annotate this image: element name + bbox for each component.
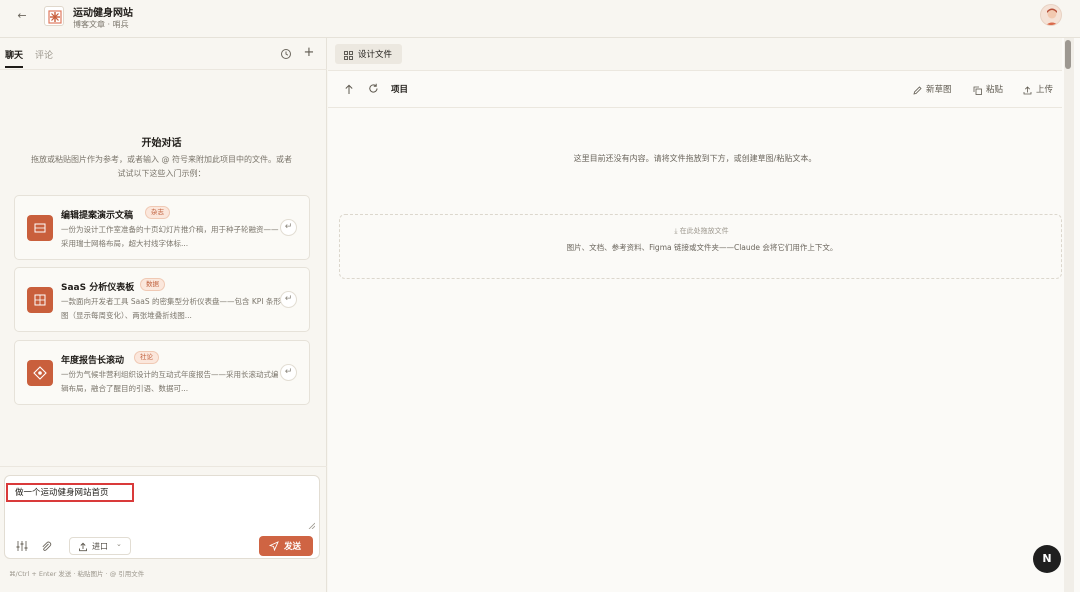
paperclip-icon[interactable] bbox=[40, 540, 52, 552]
upload-label: 上传 bbox=[1036, 85, 1054, 95]
paste-button[interactable]: 粘贴 bbox=[973, 83, 1009, 95]
starter-card-saas-dashboard[interactable]: SaaS 分析仪表板 数据 一款面向开发者工具 SaaS 的密集型分析仪表盘——… bbox=[14, 267, 310, 332]
file-dropzone[interactable]: ⤓ 在此处拖放文件 图片、文档、参考资料、Figma 链接或文件夹——Claud… bbox=[339, 214, 1062, 279]
project-subtitle: 博客文章 · 哨兵 bbox=[73, 20, 129, 29]
upload-button[interactable]: 上传 bbox=[1023, 83, 1059, 95]
send-label: 发送 bbox=[284, 542, 302, 552]
card-title: 编辑提案演示文稿 bbox=[61, 211, 134, 221]
tab-chat[interactable]: 聊天 bbox=[5, 48, 23, 61]
card-title: SaaS 分析仪表板 bbox=[61, 283, 135, 293]
project-logo-icon bbox=[44, 6, 64, 26]
upload-icon bbox=[1023, 84, 1032, 95]
chevron-down-icon: ⌄ bbox=[116, 540, 122, 548]
card-tag: 社论 bbox=[134, 351, 159, 364]
empty-state-message: 这里目前还没有内容。请将文件拖放到下方，或创建草图/粘贴文本。 bbox=[573, 154, 817, 163]
top-bar: ← 运动健身网站 博客文章 · 哨兵 bbox=[0, 0, 1080, 38]
card-tag: 数据 bbox=[140, 278, 165, 291]
tab-comments[interactable]: 评论 bbox=[35, 48, 53, 61]
card-description: 一份为气候非营利组织设计的互动式年度报告——采用长滚动式编辑布局，融合了醒目的引… bbox=[61, 370, 279, 393]
diamond-icon bbox=[27, 360, 53, 386]
start-conversation-title: 开始对话 bbox=[141, 138, 182, 149]
files-toolbar: 项目 新草图 粘贴 上传 bbox=[328, 72, 1062, 108]
starter-card-annual-report[interactable]: 年度报告长滚动 社论 一份为气候非营利组织设计的互动式年度报告——采用长滚动式编… bbox=[14, 340, 310, 405]
import-dropdown-button[interactable]: 进口 ⌄ bbox=[69, 537, 131, 555]
starter-card-pitch-deck[interactable]: 编辑提案演示文稿 杂志 一份为设计工作室准备的十页幻灯片推介稿，用于种子轮融资—… bbox=[14, 195, 310, 260]
grid-icon bbox=[344, 49, 353, 60]
keyboard-hint: ⌘/Ctrl + Enter 发送 · 粘贴图片 · @ 引用文件 bbox=[9, 570, 145, 578]
new-sketch-button[interactable]: 新草图 bbox=[913, 83, 958, 95]
enter-icon[interactable]: ↵ bbox=[280, 291, 297, 308]
card-title: 年度报告长滚动 bbox=[61, 356, 125, 366]
divider bbox=[0, 466, 327, 467]
assistant-fab-button[interactable]: N bbox=[1033, 545, 1061, 573]
copy-icon bbox=[973, 84, 982, 95]
dropzone-title: ⤓ 在此处拖放文件 bbox=[674, 227, 729, 235]
message-input[interactable]: 做一个运动健身网站首页 bbox=[15, 486, 109, 498]
project-title: 运动健身网站 bbox=[73, 8, 133, 19]
design-files-panel: 设计文件 项目 新草图 粘贴 上传 这里目前还没有内容。请将文件拖放到下方，或创… bbox=[328, 38, 1080, 592]
active-tab-indicator bbox=[5, 66, 23, 68]
message-composer: 做一个运动健身网站首页 进口 ⌄ 发送 bbox=[4, 475, 320, 559]
settings-sliders-icon[interactable] bbox=[16, 540, 28, 552]
card-description: 一款面向开发者工具 SaaS 的密集型分析仪表盘——包含 KPI 条形图（显示每… bbox=[61, 297, 281, 320]
card-tag: 杂志 bbox=[145, 206, 170, 219]
slides-icon bbox=[27, 215, 53, 241]
scrollbar-thumb[interactable] bbox=[1065, 40, 1071, 69]
history-icon[interactable] bbox=[280, 48, 292, 60]
scrollbar-track[interactable] bbox=[1064, 38, 1074, 592]
file-tab-label: 设计文件 bbox=[358, 50, 393, 60]
send-icon bbox=[268, 540, 279, 552]
breadcrumb-project[interactable]: 项目 bbox=[391, 83, 408, 95]
card-description: 一份为设计工作室准备的十页幻灯片推介稿，用于种子轮融资——采用瑞士网格布局，超大… bbox=[61, 225, 279, 248]
pencil-icon bbox=[913, 84, 922, 95]
back-button[interactable]: ← bbox=[12, 8, 32, 24]
dashboard-icon bbox=[27, 287, 53, 313]
resize-handle-icon[interactable] bbox=[308, 518, 316, 530]
start-conversation-description: 拖放或粘贴图片作为参考，或者输入 @ 符号来附加此项目中的文件。或者试试以下这些… bbox=[30, 155, 293, 178]
file-tab-bar: 设计文件 bbox=[328, 38, 1062, 71]
new-sketch-label: 新草图 bbox=[926, 85, 952, 95]
upload-icon bbox=[78, 541, 88, 552]
user-avatar[interactable] bbox=[1040, 4, 1062, 26]
tab-design-files[interactable]: 设计文件 bbox=[335, 44, 402, 64]
enter-icon[interactable]: ↵ bbox=[280, 364, 297, 381]
send-button[interactable]: 发送 bbox=[259, 536, 313, 556]
new-chat-plus-icon[interactable]: + bbox=[302, 46, 316, 60]
refresh-icon[interactable] bbox=[368, 83, 379, 94]
paste-label: 粘贴 bbox=[986, 85, 1004, 95]
enter-icon[interactable]: ↵ bbox=[280, 219, 297, 236]
import-label: 进口 bbox=[92, 542, 108, 551]
chat-panel: 聊天 评论 + 开始对话 拖放或粘贴图片作为参考，或者输入 @ 符号来附加此项目… bbox=[0, 38, 327, 592]
chat-tabs: 聊天 评论 + bbox=[0, 38, 327, 70]
arrow-up-icon[interactable] bbox=[344, 84, 354, 95]
dropzone-description: 图片、文档、参考资料、Figma 链接或文件夹——Claude 会将它们用作上下… bbox=[566, 243, 838, 252]
